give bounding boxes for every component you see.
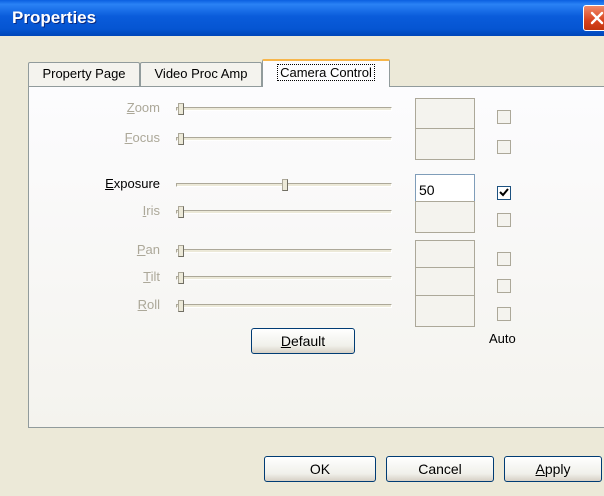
focus-slider-thumb — [178, 133, 184, 145]
apply-button[interactable]: Apply — [504, 456, 602, 482]
properties-dialog: Properties Property Page Video Proc Amp … — [0, 0, 604, 496]
close-icon — [590, 11, 604, 25]
iris-auto-checkbox — [497, 213, 511, 227]
iris-slider — [176, 210, 392, 214]
zoom-accel: Z — [126, 100, 135, 115]
checkmark-icon — [499, 188, 509, 197]
cancel-label: Cancel — [418, 461, 462, 477]
window-title: Properties — [12, 8, 97, 27]
zoom-slider — [176, 107, 392, 111]
tab-label: Property Page — [42, 66, 126, 81]
exposure-label-rest: xposure — [113, 176, 160, 191]
focus-accel: F — [124, 130, 133, 145]
pan-slider — [176, 249, 392, 253]
cancel-button[interactable]: Cancel — [386, 456, 494, 482]
focus-value-field — [415, 128, 475, 160]
pan-label-rest: an — [145, 242, 160, 257]
tilt-auto-checkbox — [497, 279, 511, 293]
iris-value-field — [415, 201, 475, 233]
focus-label-rest: ocus — [132, 130, 160, 145]
pan-auto-checkbox — [497, 252, 511, 266]
tab-label: Video Proc Amp — [154, 66, 248, 81]
focus-auto-checkbox — [497, 140, 511, 154]
focus-slider — [176, 137, 392, 141]
tilt-label-rest: ilt — [150, 269, 160, 284]
ok-label: OK — [309, 461, 331, 477]
tab-label: Camera Control — [277, 64, 375, 81]
apply-accel: A — [535, 461, 545, 477]
ok-button[interactable]: OK — [264, 456, 376, 482]
pan-slider-thumb — [178, 245, 184, 257]
tab-property-page[interactable]: Property Page — [28, 62, 140, 86]
auto-column-label: Auto — [489, 331, 516, 346]
exposure-auto-checkbox[interactable] — [497, 186, 511, 200]
default-rest: efault — [290, 333, 326, 349]
exposure-accel: E — [105, 176, 114, 191]
tab-camera-control[interactable]: Camera Control — [262, 59, 390, 87]
title-bar[interactable]: Properties — [0, 0, 604, 36]
tilt-slider-thumb — [178, 272, 184, 284]
default-button[interactable]: Default — [251, 328, 355, 354]
iris-slider-thumb — [178, 206, 184, 218]
exposure-slider-thumb[interactable] — [282, 179, 288, 191]
focus-label: Focus — [30, 130, 160, 145]
tab-video-proc-amp[interactable]: Video Proc Amp — [140, 62, 262, 86]
roll-label-rest: oll — [146, 297, 160, 312]
roll-accel: R — [137, 297, 147, 312]
tilt-label: Tilt — [30, 269, 160, 284]
zoom-slider-thumb — [178, 103, 184, 115]
roll-slider-thumb — [178, 300, 184, 312]
iris-label-rest: ris — [146, 203, 160, 218]
tilt-slider — [176, 276, 392, 280]
roll-slider — [176, 304, 392, 308]
zoom-label-rest: oom — [134, 100, 160, 115]
tilt-accel: T — [143, 269, 151, 284]
pan-accel: P — [136, 242, 146, 257]
default-accel: D — [280, 333, 291, 349]
pan-label: Pan — [30, 242, 160, 257]
apply-rest: pply — [544, 461, 571, 477]
zoom-label: Zoom — [30, 100, 160, 115]
roll-value-field — [415, 295, 475, 327]
zoom-auto-checkbox — [497, 110, 511, 124]
zoom-value-field — [415, 98, 475, 130]
roll-auto-checkbox — [497, 307, 511, 321]
roll-label: Roll — [30, 297, 160, 312]
iris-label: Iris — [30, 203, 160, 218]
exposure-label: Exposure — [30, 176, 160, 191]
close-button[interactable] — [583, 5, 604, 31]
